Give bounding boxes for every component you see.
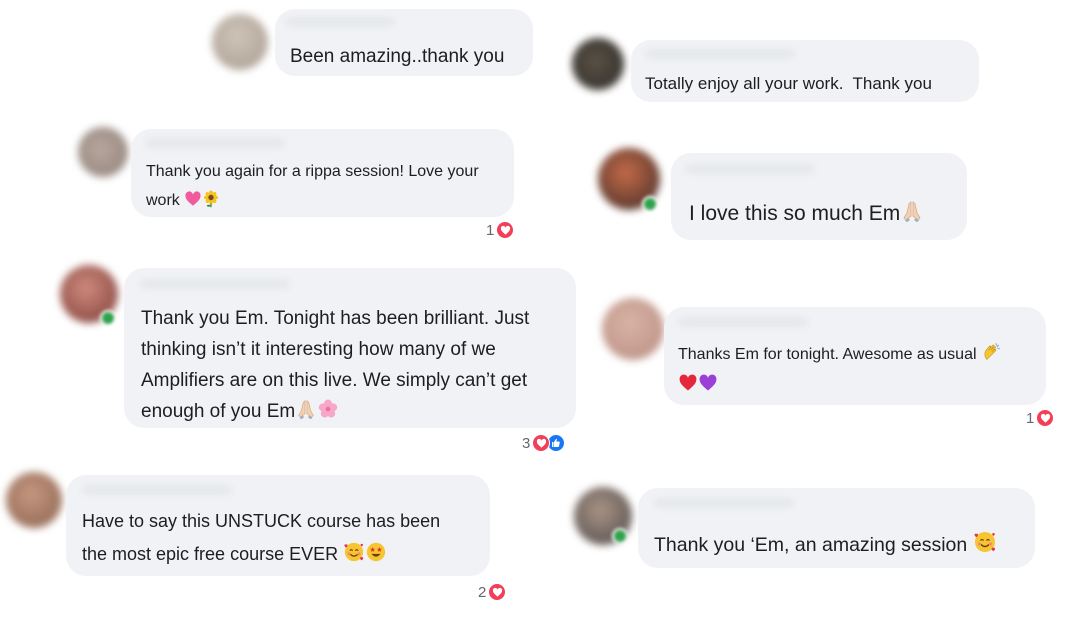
comment-line: Amplifiers are on this live. We simply c… <box>141 370 528 391</box>
cherry-blossom-icon <box>317 398 339 420</box>
comment-line: thinking isn’t it interesting how many o… <box>141 339 496 360</box>
author-name[interactable] <box>678 317 808 327</box>
author-name[interactable] <box>82 485 232 495</box>
author-name[interactable] <box>654 498 794 508</box>
red-heart-icon <box>678 373 698 393</box>
like-reaction-icon <box>547 434 566 452</box>
avatar[interactable] <box>6 472 62 528</box>
reaction-count: 3 <box>522 434 531 452</box>
online-status-icon <box>642 196 658 212</box>
reaction-summary[interactable]: 1 <box>1026 409 1055 427</box>
reaction-count: 1 <box>1026 409 1035 427</box>
author-name[interactable] <box>145 138 285 148</box>
comment-text: Totally enjoy all your work. Thank you <box>645 74 932 93</box>
smiling-face-with-hearts-icon <box>973 530 997 554</box>
reaction-summary[interactable]: 2 <box>478 583 507 601</box>
pink-heart-icon <box>184 190 202 208</box>
comment-bubble: Thanks Em for tonight. Awesome as usual <box>664 307 1046 405</box>
online-status-icon <box>612 528 628 544</box>
online-status-icon <box>100 310 116 326</box>
comment-bubble: Thank you again for a rippa session! Lov… <box>131 129 514 217</box>
avatar[interactable] <box>78 127 128 177</box>
comment-bubble: Thank you ‘Em, an amazing session <box>638 488 1035 568</box>
comment-text: Thanks Em for tonight. Awesome as usual <box>678 339 1001 401</box>
comment-line: Have to say this UNSTUCK course has been <box>82 511 441 531</box>
sunflower-icon <box>202 190 220 208</box>
comment-bubble: Totally enjoy all your work. Thank you <box>631 40 979 102</box>
author-name[interactable] <box>685 164 815 174</box>
reaction-summary[interactable]: 1 <box>486 221 515 239</box>
comment-line: Thank you Em. Tonight has been brilliant… <box>141 308 530 329</box>
reaction-count: 1 <box>486 221 495 239</box>
comment-text: Thank you Em. Tonight has been brilliant… <box>141 303 529 427</box>
comment-bubble: Have to say this UNSTUCK course has been… <box>66 475 490 576</box>
smiling-face-with-hearts-icon <box>343 541 365 563</box>
reaction-summary[interactable]: 3 <box>522 434 566 452</box>
comment-line-2 <box>678 370 1001 401</box>
author-name[interactable] <box>140 279 290 289</box>
avatar[interactable] <box>602 298 664 360</box>
love-reaction-icon <box>488 583 507 601</box>
folded-hands-icon <box>900 199 924 223</box>
comment-line-4: enough of you Em <box>141 396 529 427</box>
comment-bubble: Been amazing..thank you <box>275 9 533 76</box>
avatar[interactable] <box>212 14 268 70</box>
comment-text: Thank you again for a rippa session! Lov… <box>146 157 479 215</box>
comment-line: Thank you again for a rippa session! Lov… <box>146 163 479 180</box>
reaction-count: 2 <box>478 583 487 601</box>
comment-bubble: I love this so much Em <box>671 153 967 240</box>
comment-text: I love this so much Em <box>689 199 924 228</box>
star-struck-icon <box>365 541 387 563</box>
clapping-hands-icon <box>981 342 1001 362</box>
folded-hands-icon <box>295 398 317 420</box>
comment-text: Have to say this UNSTUCK course has been… <box>82 505 440 571</box>
comment-text: Thank you ‘Em, an amazing session <box>654 530 997 559</box>
comment-line-1: Thanks Em for tonight. Awesome as usual <box>678 339 1001 370</box>
author-name[interactable] <box>645 49 795 59</box>
author-name[interactable] <box>285 17 395 27</box>
love-reaction-icon <box>1036 409 1055 427</box>
comment-text: Been amazing..thank you <box>290 46 505 67</box>
love-reaction-icon <box>532 434 551 452</box>
purple-heart-icon <box>698 373 718 393</box>
love-reaction-icon <box>496 221 515 239</box>
comment-bubble: Thank you Em. Tonight has been brilliant… <box>124 268 576 428</box>
avatar[interactable] <box>572 38 624 90</box>
comment-line-2: work <box>146 186 479 215</box>
comment-line-2: the most epic free course EVER <box>82 538 440 571</box>
